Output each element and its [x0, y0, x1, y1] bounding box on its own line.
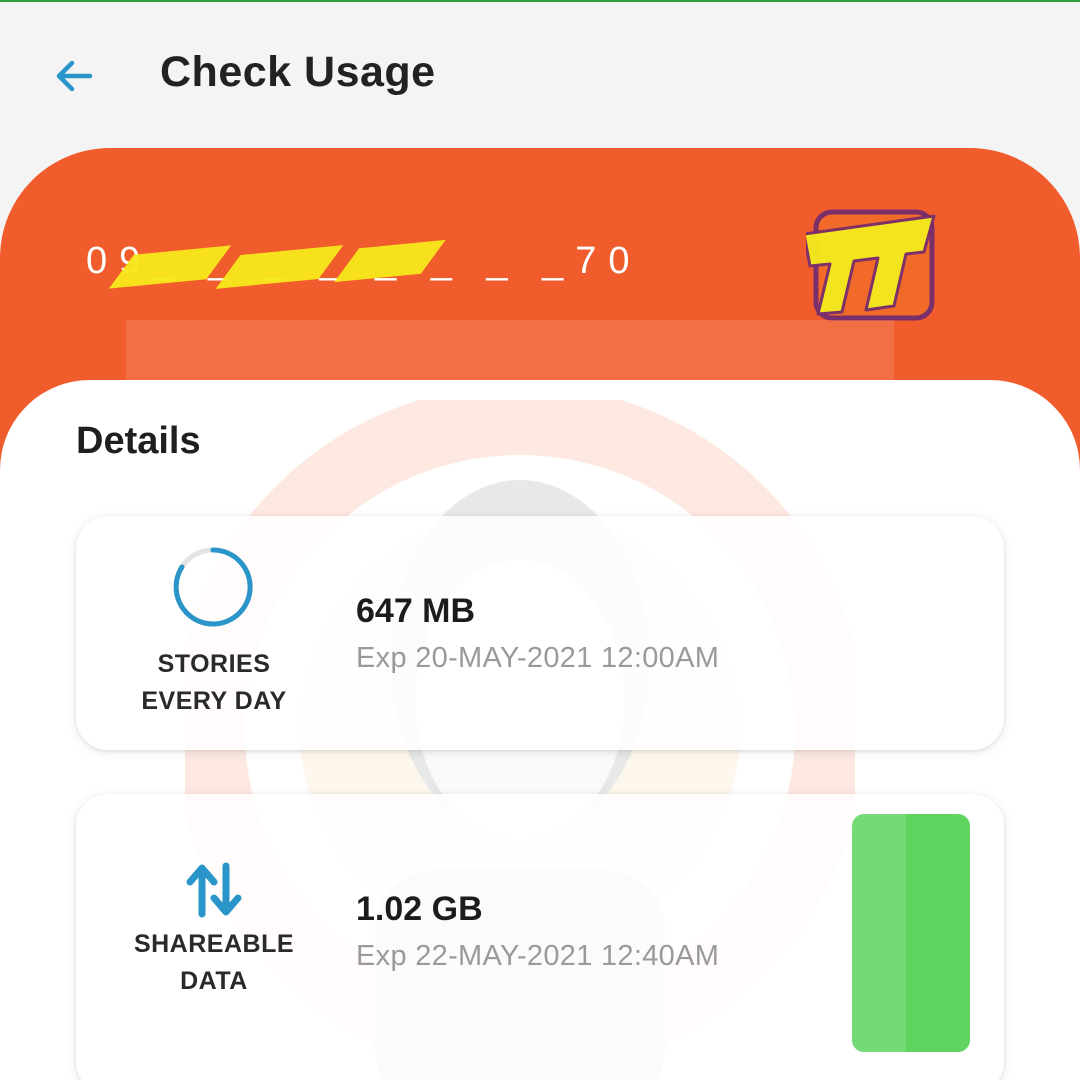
bar-highlight [852, 814, 906, 1052]
plan-label: STORIES EVERY DAY [141, 650, 287, 715]
plan-label: SHAREABLE DATA [133, 930, 295, 995]
data-transfer-arrows-icon [186, 862, 242, 918]
circular-progress-icon [173, 547, 253, 627]
usage-level-bar [852, 814, 970, 1052]
app-bar: Check Usage [0, 2, 1080, 148]
usage-card-stories[interactable]: STORIES EVERY DAY 647 MB Exp 20-MAY-2021… [76, 516, 1004, 750]
expiry-date: Exp 22-MAY-2021 12:40AM [356, 940, 720, 972]
usage-card-shareable-data[interactable]: SHAREABLE DATA 1.02 GB Exp 22-MAY-2021 1… [76, 794, 1004, 1080]
usage-amount: 647 MB [356, 592, 476, 630]
page-title: Check Usage [160, 48, 436, 96]
usage-amount: 1.02 GB [356, 890, 483, 928]
arrow-left-icon[interactable] [52, 54, 96, 98]
expiry-date: Exp 20-MAY-2021 12:00AM [356, 642, 720, 674]
details-heading: Details [76, 420, 201, 462]
tnt-logo [806, 209, 936, 321]
details-panel: Details STORIES EVERY DAY 647 MB Exp 20-… [0, 380, 1080, 1080]
